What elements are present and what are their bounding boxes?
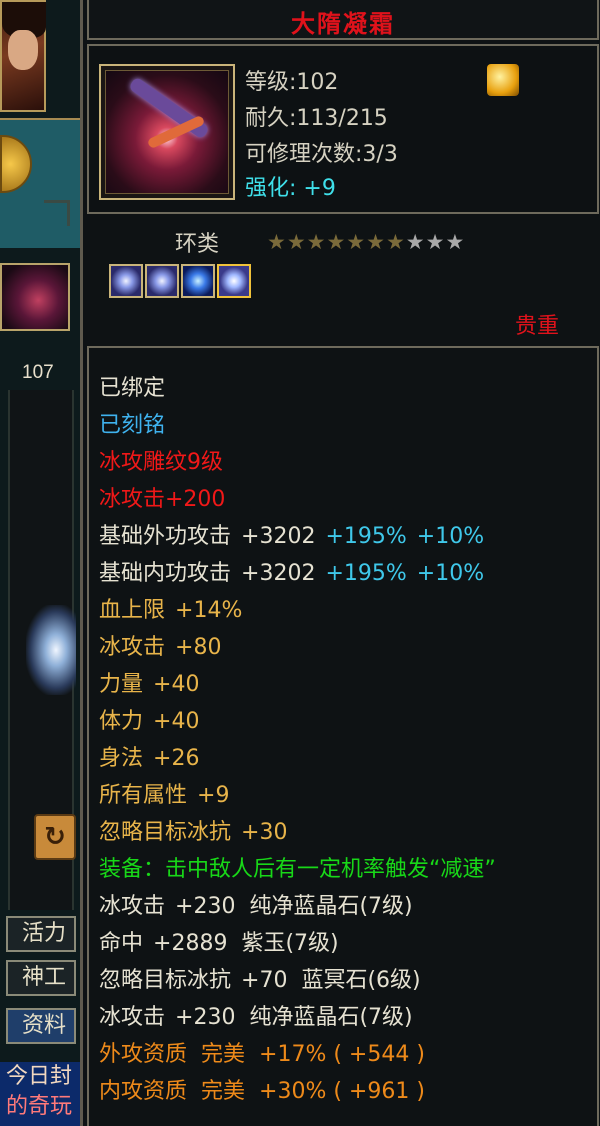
attr-name: 忽略目标冰抗 (99, 968, 232, 993)
attribute-list: 已绑定 已刻铭 冰攻雕纹9级 冰攻击+200 基础外功攻击 +3202 +195% +… (99, 370, 589, 1110)
attr-extra: +195% (325, 524, 407, 549)
item-attributes-panel: 已绑定 已刻铭 冰攻雕纹9级 冰攻击+200 基础外功攻击 +3202 +195% +… (87, 346, 599, 1126)
attr-value: +30 (241, 820, 288, 845)
item-durability: 耐久:113/215 (245, 106, 388, 131)
attr-name: 血上限 (99, 598, 166, 623)
decorative-knot-icon (44, 200, 70, 226)
socket-gem-line: 命中 +2889 紫玉(7级) (99, 925, 589, 962)
outer-attack-quality: 外攻资质 完美 +17% ( +544 ) (99, 1036, 589, 1073)
attr-value: +40 (153, 672, 200, 697)
weapon-icon (105, 70, 229, 194)
attr-name: 体力 (99, 709, 144, 734)
item-name: 大隋凝霜 (291, 9, 395, 38)
background-game-ui: 107 ↻ 活力 神工 资料 今日封 的奇玩 (0, 0, 82, 1126)
attr-name: 内攻资质 (99, 1079, 188, 1104)
attr-value: +2889 (153, 931, 228, 956)
attr-name: 冰攻击 (99, 635, 166, 660)
attr-name: 基础内功攻击 (99, 561, 232, 586)
sparkle-badge-icon (487, 64, 519, 96)
item-enhance: 强化: +9 (245, 176, 336, 201)
star-rating: ★★★★★★★★★★ (267, 230, 465, 254)
ignore-ice-resist: 忽略目标冰抗 +30 (99, 814, 589, 851)
attr-name: 冰攻击 (99, 894, 166, 919)
attr-name: 冰攻击 (99, 1005, 166, 1030)
purple-gem-icon[interactable] (145, 264, 179, 298)
ice-attack-bonus: 冰攻击+200 (99, 487, 226, 512)
gem-name: 纯净蓝晶石(7级) (249, 894, 413, 919)
agility: 身法 +26 (99, 740, 589, 777)
item-category-section: 环类 ★★★★★★★★★★ 贵重 (87, 214, 599, 342)
base-outer-attack: 基础外功攻击 +3202 +195% +10% (99, 518, 589, 555)
attr-name: 力量 (99, 672, 144, 697)
item-icon-frame (99, 64, 235, 200)
character-level: 107 (22, 362, 54, 383)
socket-gem-line: 忽略目标冰抗 +70 蓝冥石(6级) (99, 962, 589, 999)
gold-framed-gem-icon[interactable] (217, 264, 251, 298)
attr-value: +80 (175, 635, 222, 660)
attr-name: 外攻资质 (99, 1042, 188, 1067)
tooltip-title-bar: 大隋凝霜 (87, 0, 599, 40)
gem-name: 纯净蓝晶石(7级) (249, 1005, 413, 1030)
attr-extra: +10% (416, 561, 485, 586)
equip-effect: 装备：击中敌人后有一定机率触发“减速” (99, 857, 496, 882)
attr-name: 命中 (99, 931, 144, 956)
socket-gem-line: 冰攻击 +230 纯净蓝晶石(7级) (99, 888, 589, 925)
stamina: 体力 +40 (99, 703, 589, 740)
item-rarity: 贵重 (514, 314, 559, 339)
attr-value: +3202 (241, 561, 316, 586)
all-attributes: 所有属性 +9 (99, 777, 589, 814)
chat-line: 今日封 (6, 1064, 73, 1089)
attr-value: +40 (153, 709, 200, 734)
inner-attack-quality: 内攻资质 完美 +30% ( +961 ) (99, 1073, 589, 1110)
base-inner-attack: 基础内功攻击 +3202 +195% +10% (99, 555, 589, 592)
ice-engraving: 冰攻雕纹9级 (99, 450, 223, 475)
item-category: 环类 (175, 232, 220, 257)
character-portrait[interactable] (0, 0, 46, 112)
purple-gem-icon[interactable] (109, 264, 143, 298)
attr-value: +70 (241, 968, 288, 993)
attr-value: 完美 (201, 1042, 246, 1067)
attr-extra: +10% (416, 524, 485, 549)
attr-value: 完美 (201, 1079, 246, 1104)
gem-name: 蓝冥石(6级) (301, 968, 421, 993)
tab-crafting[interactable]: 神工 (6, 960, 76, 996)
chat-line: 的奇玩 (6, 1094, 73, 1119)
attr-value: +230 (175, 1005, 236, 1030)
attr-name: 所有属性 (99, 783, 188, 808)
gem-name: 紫玉(7级) (241, 931, 339, 956)
attr-value: +14% (175, 598, 243, 623)
portrait-face (8, 30, 38, 70)
attr-extra: +17% ( +544 ) (259, 1042, 425, 1067)
item-repair-count: 可修理次数:3/3 (245, 142, 398, 167)
weapon-glow-image (26, 605, 76, 695)
strength: 力量 +40 (99, 666, 589, 703)
attr-extra: +30% ( +961 ) (259, 1079, 425, 1104)
gem-slots (109, 264, 253, 302)
refresh-icon[interactable]: ↻ (34, 814, 76, 860)
star-empty-icon: ★★★ (405, 230, 466, 254)
attr-name: 身法 (99, 746, 144, 771)
hp-limit: 血上限 +14% (99, 592, 589, 629)
bound-status: 已绑定 (99, 376, 166, 401)
tab-vitality[interactable]: 活力 (6, 916, 76, 952)
socket-gem-line: 冰攻击 +230 纯净蓝晶石(7级) (99, 999, 589, 1036)
attr-name: 忽略目标冰抗 (99, 820, 232, 845)
attr-name: 基础外功攻击 (99, 524, 232, 549)
blue-gem-icon[interactable] (181, 264, 215, 298)
attr-value: +9 (197, 783, 230, 808)
equipped-item-thumbnail[interactable] (0, 263, 70, 331)
ice-attack: 冰攻击 +80 (99, 629, 589, 666)
attr-value: +230 (175, 894, 236, 919)
item-level: 等级:102 (245, 70, 339, 95)
chat-box[interactable]: 今日封 的奇玩 (0, 1062, 82, 1126)
star-filled-icon: ★★★★★★★ (267, 230, 406, 254)
attr-value: +3202 (241, 524, 316, 549)
engraved-status: 已刻铭 (99, 413, 166, 438)
item-header: 等级:102 耐久:113/215 可修理次数:3/3 强化: +9 (87, 44, 599, 214)
tab-profile[interactable]: 资料 (6, 1008, 76, 1044)
attr-value: +26 (153, 746, 200, 771)
attr-extra: +195% (325, 561, 407, 586)
item-tooltip: 大隋凝霜 等级:102 耐久:113/215 可修理次数:3/3 强化: +9 … (80, 0, 600, 1126)
